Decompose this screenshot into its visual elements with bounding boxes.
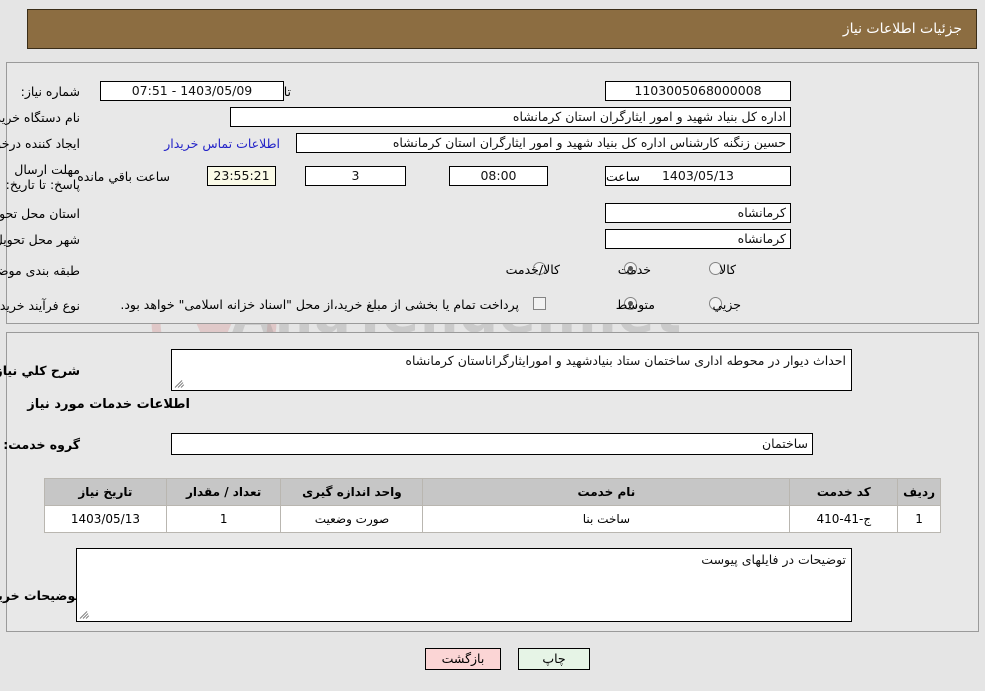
page-header: جزئیات اطلاعات نیاز xyxy=(27,9,977,49)
cell-unit: صورت وضعیت xyxy=(280,505,424,533)
hour-value: 08:00 xyxy=(449,166,548,186)
category-label: طبقه بندی موضوعی: xyxy=(0,263,80,278)
buyer-notes-label: توضیحات خریدار: xyxy=(0,588,80,603)
cell-service-code: ج-41-410 xyxy=(789,505,899,533)
remaining-label: ساعت باقي مانده xyxy=(77,169,170,184)
resize-handle-icon[interactable] xyxy=(174,377,186,389)
print-button[interactable]: چاپ xyxy=(518,648,590,670)
page-title: جزئیات اطلاعات نیاز xyxy=(842,21,962,37)
buyer-org-label: نام دستگاه خریدار: xyxy=(0,110,80,125)
treasury-docs-checkbox[interactable] xyxy=(533,297,546,310)
column-header-service-name: نام خدمت xyxy=(422,478,791,506)
column-header-service-code: کد خدمت xyxy=(789,478,899,506)
column-header-radif: ردیف xyxy=(897,478,941,506)
table-header-row: ردیف کد خدمت نام خدمت واحد اندازه گیری ت… xyxy=(44,478,941,506)
cell-service-name: ساخت بنا xyxy=(422,505,791,533)
radio-category-khedmat-label: خدمت xyxy=(617,262,651,277)
need-number-label: شماره نیاز: xyxy=(20,84,80,99)
cell-quantity: 1 xyxy=(165,505,282,533)
radio-process-jozee-label: جزیي xyxy=(712,297,741,312)
city-value: کرمانشاه xyxy=(605,229,791,249)
days-value: 3 xyxy=(305,166,406,186)
back-button[interactable]: بازگشت xyxy=(425,648,501,670)
overall-desc-textarea[interactable]: احداث دیوار در محوطه اداری ساختمان ستاد … xyxy=(171,349,852,391)
service-group-value: ساختمان xyxy=(171,433,813,455)
resize-handle-icon[interactable] xyxy=(79,608,91,620)
buyer-notes-value: توضیحات در فایلهای پیوست xyxy=(701,552,846,567)
buyer-notes-textarea[interactable]: توضیحات در فایلهای پیوست xyxy=(76,548,852,622)
deadline-label: مهلت ارسال پاسخ: تا تاریخ: xyxy=(5,162,80,192)
column-header-unit: واحد اندازه گیری xyxy=(280,478,424,506)
province-label: استان محل تحویل: xyxy=(0,206,80,221)
cell-radif: 1 xyxy=(897,505,941,533)
treasury-docs-label: پرداخت تمام یا بخشی از مبلغ خرید،از محل … xyxy=(120,297,519,312)
column-header-need-date: تاریخ نیاز xyxy=(44,478,167,506)
radio-process-motavaset-label: متوسط xyxy=(615,297,655,312)
buyer-org-value: اداره کل بنیاد شهید و امور ایثارگران است… xyxy=(230,107,791,127)
cell-need-date: 1403/05/13 xyxy=(44,505,167,533)
requester-label: ایجاد کننده درخواست: xyxy=(0,136,80,151)
requester-value: حسین زنگنه کارشناس اداره کل بنیاد شهید و… xyxy=(296,133,791,153)
city-label: شهر محل تحویل: xyxy=(0,232,80,247)
column-header-quantity: تعداد / مقدار xyxy=(165,478,282,506)
overall-desc-label: شرح کلي نیاز: xyxy=(0,363,80,378)
countdown-value: 23:55:21 xyxy=(207,166,276,186)
service-group-label: گروه خدمت: xyxy=(3,437,80,452)
hour-label: ساعت xyxy=(605,169,640,184)
need-number-value: 1103005068000008 xyxy=(605,81,791,101)
public-announce-value: 1403/05/09 - 07:51 xyxy=(100,81,284,101)
overall-desc-value: احداث دیوار در محوطه اداری ساختمان ستاد … xyxy=(405,353,846,368)
process-label: نوع فرآیند خرید : xyxy=(0,298,80,313)
services-table: ردیف کد خدمت نام خدمت واحد اندازه گیری ت… xyxy=(44,478,941,533)
table-row: 1 ج-41-410 ساخت بنا صورت وضعیت 1 1403/05… xyxy=(44,505,941,533)
services-heading: اطلاعات خدمات مورد نیاز xyxy=(27,397,190,412)
radio-category-kala-label: کالا xyxy=(719,262,736,277)
province-value: کرمانشاه xyxy=(605,203,791,223)
need-info-panel xyxy=(6,62,979,324)
buyer-contact-link[interactable]: اطلاعات تماس خریدار xyxy=(164,136,280,151)
radio-category-kala-khedmat-label: کالا/خدمت xyxy=(505,262,560,277)
